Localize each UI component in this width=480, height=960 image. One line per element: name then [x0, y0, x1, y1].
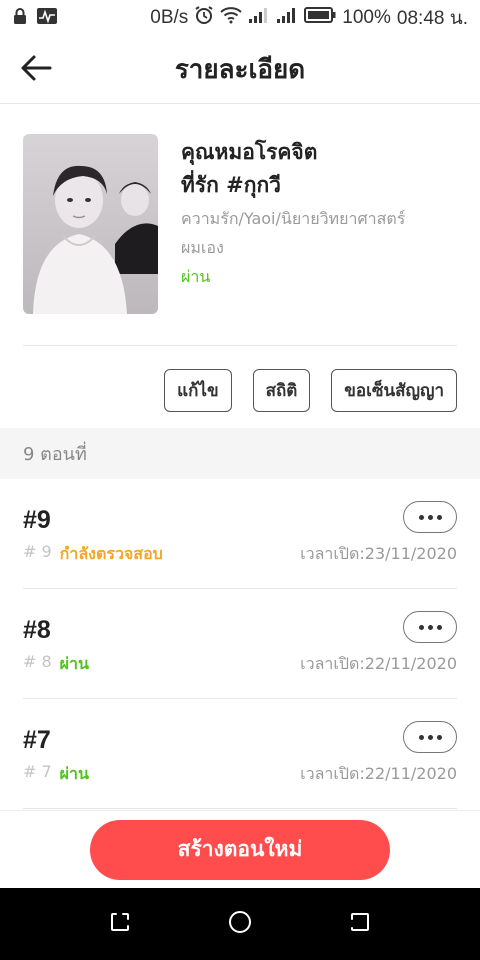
create-new-episode-button[interactable]: สร้างตอนใหม่	[90, 819, 390, 880]
net-speed: 0B/s	[150, 7, 189, 28]
divider	[23, 345, 457, 346]
wifi-icon	[220, 6, 242, 30]
arrow-left-icon	[20, 54, 52, 86]
episode-open-date: เวลาเปิด:22/11/2020	[300, 654, 457, 673]
episode-row[interactable]: #7 # 7 ผ่าน เวลาเปิด:22/11/2020	[23, 699, 457, 809]
more-icon	[418, 734, 424, 740]
episode-title: #9	[23, 506, 51, 534]
book-title: ที่รัก #กุกวี	[181, 173, 281, 197]
system-navigation-bar	[0, 888, 480, 960]
app-header: รายละเอียด	[0, 36, 480, 104]
episode-status: กำลังตรวจสอบ	[59, 544, 163, 563]
more-options-button[interactable]	[403, 721, 457, 753]
episode-number: # 8	[23, 652, 52, 671]
status-bar: 0B/s 100% 08:48 น.	[0, 0, 480, 36]
activity-icon	[36, 7, 58, 30]
clock: 08:48 น.	[396, 8, 468, 29]
book-actions: แก้ไข สถิติ ขอเซ็นสัญญา	[164, 369, 457, 412]
book-status: ผ่าน	[181, 267, 211, 286]
episode-open-date: เวลาเปิด:22/11/2020	[300, 764, 457, 783]
episode-title: #7	[23, 726, 51, 754]
episode-status: ผ่าน	[59, 764, 89, 783]
battery-icon	[304, 7, 336, 29]
episode-row[interactable]: #8 # 8 ผ่าน เวลาเปิด:22/11/2020	[23, 589, 457, 699]
episode-status: ผ่าน	[59, 654, 89, 673]
episode-number: # 7	[23, 762, 52, 781]
request-contract-button[interactable]: ขอเซ็นสัญญา	[331, 369, 457, 412]
episode-row[interactable]: #9 # 9 กำลังตรวจสอบ เวลาเปิด:23/11/2020	[23, 479, 457, 589]
edit-button[interactable]: แก้ไข	[164, 369, 232, 412]
episode-title: #8	[23, 616, 51, 644]
more-icon	[418, 514, 424, 520]
stats-button[interactable]: สถิติ	[252, 369, 311, 412]
battery-level: 100%	[342, 7, 391, 28]
back-nav-icon	[349, 911, 371, 937]
episode-number: # 9	[23, 542, 52, 561]
home-button[interactable]	[220, 904, 260, 944]
more-options-button[interactable]	[403, 611, 457, 643]
recent-apps-button[interactable]	[100, 904, 140, 944]
signal-icon	[276, 6, 298, 30]
episodes-count-header: 9 ตอนที่	[0, 428, 480, 479]
more-icon	[418, 624, 424, 630]
book-author: ผมเอง	[181, 238, 224, 257]
back-button[interactable]	[14, 50, 58, 90]
book-genre: ความรัก/Yaoi/นิยายวิทยาศาสตร์	[181, 209, 406, 228]
episode-list: #9 # 9 กำลังตรวจสอบ เวลาเปิด:23/11/2020 …	[23, 479, 457, 809]
home-circle-icon	[228, 910, 252, 938]
book-info: คุณหมอโรคจิต ที่รัก #กุกวี ความรัก/Yaoi/…	[23, 134, 457, 314]
alarm-icon	[194, 5, 214, 31]
recent-apps-icon	[109, 911, 131, 937]
episode-open-date: เวลาเปิด:23/11/2020	[300, 544, 457, 563]
book-cover-image	[23, 134, 158, 314]
page-title: รายละเอียด	[174, 55, 306, 85]
bottom-action-bar: สร้างตอนใหม่	[0, 810, 480, 888]
book-title: คุณหมอโรคจิต	[181, 140, 318, 164]
more-options-button[interactable]	[403, 501, 457, 533]
lock-icon	[12, 7, 28, 30]
back-nav-button[interactable]	[340, 904, 380, 944]
signal-icon	[248, 6, 270, 30]
